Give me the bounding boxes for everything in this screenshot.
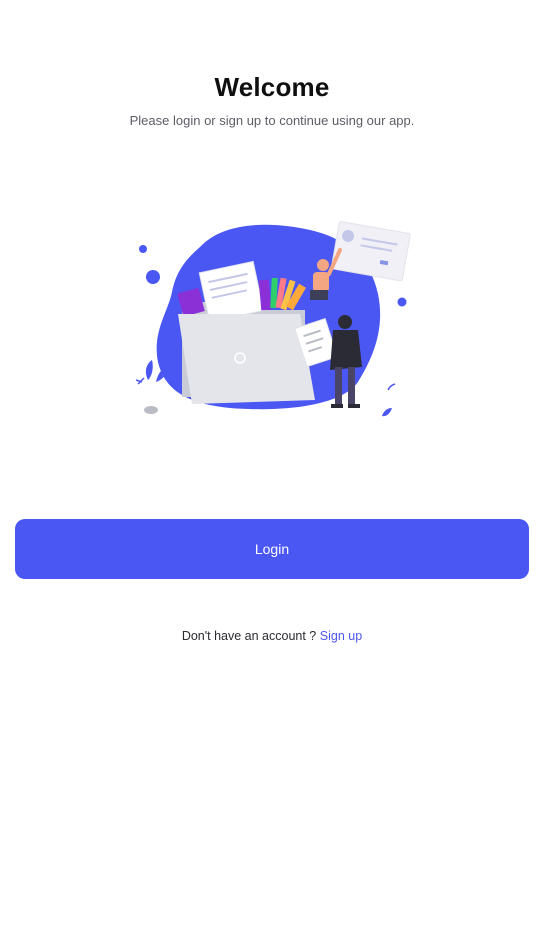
leaf-decoration [382, 408, 392, 417]
rock-decoration [144, 406, 158, 414]
dot-decoration [397, 297, 407, 307]
page-title: Welcome [214, 72, 330, 102]
page-subtitle: Please login or sign up to continue usin… [129, 113, 415, 128]
signup-link[interactable]: Sign up [320, 629, 362, 643]
no-account-text: Don't have an account ? [181, 629, 317, 643]
dot-decoration [146, 270, 160, 284]
folder-front [178, 314, 315, 404]
login-button[interactable]: Login [15, 519, 529, 579]
folder-upload-illustration [135, 221, 411, 417]
leaf-decoration [145, 360, 153, 380]
leaf-decoration [135, 377, 145, 385]
document-sheet [198, 260, 265, 323]
leaf-decoration [387, 383, 396, 391]
dot-decoration [294, 229, 304, 239]
signup-prompt: Don't have an account ? Sign up [0, 629, 544, 643]
dot-decoration [139, 245, 147, 253]
